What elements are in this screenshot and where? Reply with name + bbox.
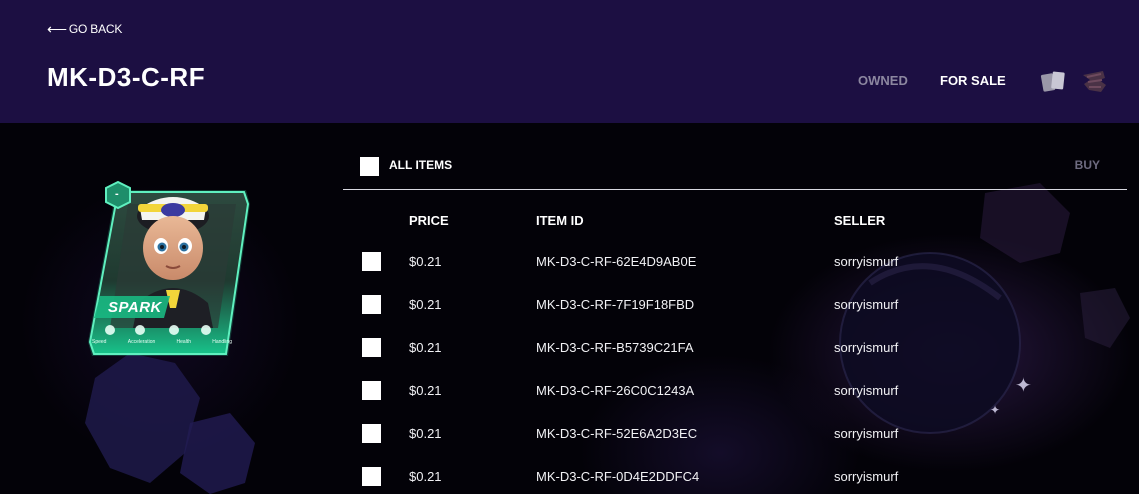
row-checkbox[interactable]	[362, 338, 381, 357]
card-badge: -	[115, 188, 119, 200]
buy-button[interactable]: BUY	[1075, 158, 1100, 172]
row-checkbox[interactable]	[362, 252, 381, 271]
seller-cell: sorryismurf	[834, 383, 899, 398]
item-id-cell: MK-D3-C-RF-52E6A2D3EC	[536, 426, 698, 441]
page-header: ⟵ GO BACK MK-D3-C-RF OWNED FOR SALE	[0, 0, 1139, 123]
row-checkbox[interactable]	[362, 381, 381, 400]
card-name: SPARK	[108, 299, 162, 316]
row-checkbox[interactable]	[362, 467, 381, 486]
row-checkbox[interactable]	[362, 424, 381, 443]
price-cell: $0.21	[409, 297, 442, 312]
table-row: $0.21 MK-D3-C-RF-7F19F18FBD sorryismurf	[343, 295, 1127, 338]
go-back-link[interactable]: ⟵ GO BACK	[47, 22, 122, 36]
stat-health: Health	[176, 339, 191, 345]
row-checkbox[interactable]	[362, 295, 381, 314]
select-all-row: ALL ITEMS BUY	[343, 145, 1127, 190]
column-header-item-id: ITEM ID	[536, 213, 584, 228]
tab-owned[interactable]: OWNED	[858, 73, 908, 88]
item-id-cell: MK-D3-C-RF-62E4D9AB0E	[536, 254, 697, 269]
price-cell: $0.21	[409, 254, 442, 269]
price-cell: $0.21	[409, 469, 442, 484]
seller-cell: sorryismurf	[834, 297, 899, 312]
select-all-checkbox[interactable]	[360, 157, 379, 176]
character-card[interactable]: - SPARK Speed Acceleration Health Handli…	[88, 178, 258, 362]
price-cell: $0.21	[409, 383, 442, 398]
page-title: MK-D3-C-RF	[47, 62, 206, 92]
table-row: $0.21 MK-D3-C-RF-62E4D9AB0E sorryismurf	[343, 252, 1127, 295]
table-row: $0.21 MK-D3-C-RF-B5739C21FA sorryismurf	[343, 338, 1127, 381]
item-id-cell: MK-D3-C-RF-0D4E2DDFC4	[536, 469, 700, 484]
seller-cell: sorryismurf	[834, 426, 899, 441]
stat-handling: Handling	[212, 339, 232, 345]
item-id-cell: MK-D3-C-RF-B5739C21FA	[536, 340, 694, 355]
all-items-label: ALL ITEMS	[389, 158, 453, 172]
price-cell: $0.21	[409, 340, 442, 355]
item-id-cell: MK-D3-C-RF-7F19F18FBD	[536, 297, 695, 312]
seller-cell: sorryismurf	[834, 254, 899, 269]
stat-acceleration: Acceleration	[127, 339, 156, 345]
column-header-price: PRICE	[409, 213, 449, 228]
cards-view-icon[interactable]	[1039, 66, 1069, 96]
item-id-cell: MK-D3-C-RF-26C0C1243A	[536, 383, 695, 398]
seller-cell: sorryismurf	[834, 340, 899, 355]
table-row: $0.21 MK-D3-C-RF-26C0C1243A sorryismurf	[343, 381, 1127, 424]
table-row: $0.21 MK-D3-C-RF-0D4E2DDFC4 sorryismurf	[343, 467, 1127, 494]
table-row: $0.21 MK-D3-C-RF-52E6A2D3EC sorryismurf	[343, 424, 1127, 467]
go-back-label: GO BACK	[68, 22, 123, 36]
price-cell: $0.21	[409, 426, 442, 441]
arrow-left-icon: ⟵	[47, 21, 67, 37]
stat-speed: Speed	[92, 339, 107, 345]
card-stats: Speed Acceleration Health Handling	[92, 339, 232, 345]
column-header-seller: SELLER	[834, 213, 886, 228]
seller-cell: sorryismurf	[834, 469, 899, 484]
list-view-icon[interactable]	[1079, 66, 1109, 96]
tab-for-sale[interactable]: FOR SALE	[940, 73, 1006, 88]
